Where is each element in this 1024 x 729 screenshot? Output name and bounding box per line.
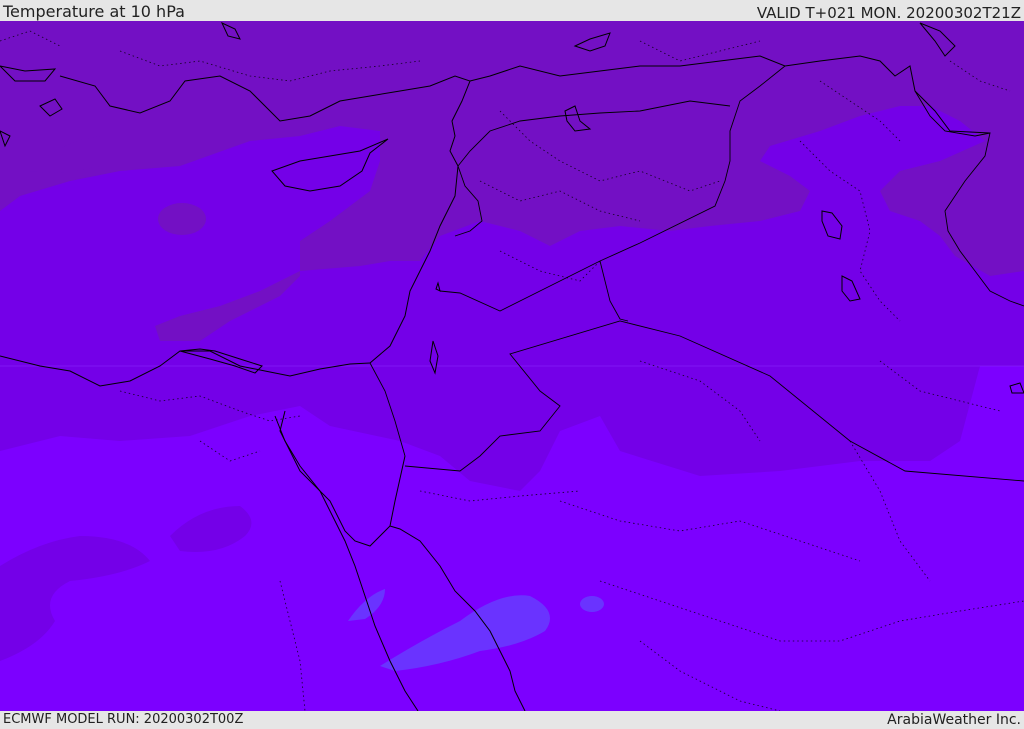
header-bar: Temperature at 10 hPa VALID T+021 MON. 2… [0,0,1024,22]
footer-bar: ECMWF MODEL RUN: 20200302T00Z ArabiaWeat… [0,711,1024,729]
weather-map-page: Temperature at 10 hPa VALID T+021 MON. 2… [0,0,1024,729]
credit-label: ArabiaWeather Inc. [887,712,1021,728]
map-canvas[interactable] [0,21,1024,711]
temperature-patch-blue [580,596,604,612]
temperature-patch-cool [158,203,206,235]
model-run-label: ECMWF MODEL RUN: 20200302T00Z [3,712,244,727]
map-title: Temperature at 10 hPa [3,2,185,21]
map-svg [0,21,1024,711]
valid-time-label: VALID T+021 MON. 20200302T21Z [756,4,1021,22]
